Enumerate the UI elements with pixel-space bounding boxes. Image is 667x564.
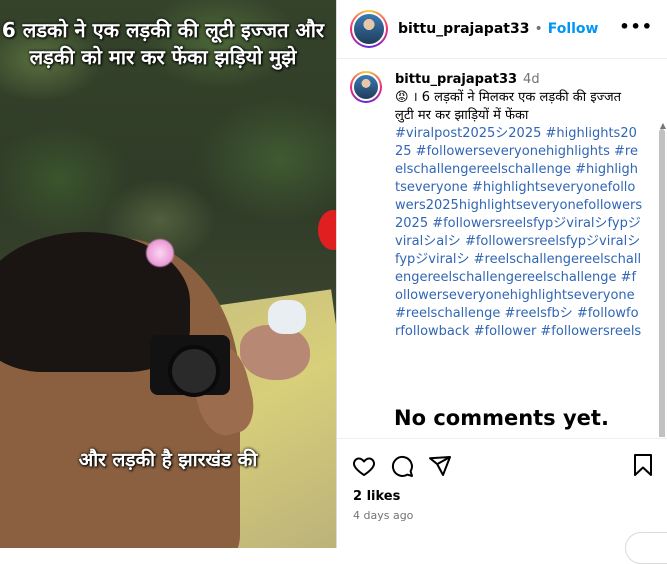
more-options-icon[interactable]: ••• [619,17,653,36]
video-scene-face [240,325,310,380]
video-overlay-bottom-text: और लड़की है झारखंड की [78,449,258,471]
caption-avatar[interactable] [350,71,382,103]
avatar[interactable] [350,10,388,48]
action-icons [337,439,667,478]
video-scene-glove [268,300,306,334]
scrollbar[interactable] [659,129,665,437]
post-header: bittu_prajapat33 • Follow ••• [337,0,667,59]
caption-hashtags: #viralpost2025シ2025 #highlights2025 #fol… [395,125,643,341]
caption-scroll-area[interactable]: bittu_prajapat33 4d 😡 । 6 लड़कों ने मिलकर… [337,59,667,437]
post-time-ago[interactable]: 4 days ago [353,509,413,522]
heart-icon[interactable] [352,454,376,478]
no-comments-label: No comments yet. [394,406,609,430]
video-scene-lens [168,345,220,397]
hashtag-links[interactable]: #viralpost2025シ2025 #highlights2025 #fol… [395,126,642,339]
video-overlay-top-text: 6 लडको ने एक लड़की की लूटी इज्जत और लड़क… [1,18,325,69]
caption-avatar-image [352,73,380,101]
header-username[interactable]: bittu_prajapat33 [398,21,529,37]
caption-message: । 6 लड़कों ने मिलकर एक लड़की की इज्जत लु… [395,90,622,123]
comment-icon[interactable] [390,454,414,478]
header-separator: • [534,21,543,37]
post-video[interactable]: 6 लडको ने एक लड़की की लूटी इज्जत और लड़क… [0,0,336,548]
caption-text: bittu_prajapat33 4d 😡 । 6 लड़कों ने मिलकर… [395,71,643,341]
caption-body: 😡 । 6 लड़कों ने मिलकर एक लड़की की इज्जत … [395,89,643,125]
post-side-panel: bittu_prajapat33 • Follow ••• bittu_praj… [336,0,667,564]
caption-row: bittu_prajapat33 4d 😡 । 6 लड़कों ने मिलकर… [337,59,667,341]
caption-username[interactable]: bittu_prajapat33 [395,72,517,87]
post-actions: 2 likes 4 days ago [337,438,667,564]
post-modal: 6 लडको ने एक लड़की की लूटी इज्जत और लड़क… [0,0,667,564]
follow-button[interactable]: Follow [548,21,599,37]
video-scene-flower [145,238,175,268]
likes-count[interactable]: 2 likes [353,489,400,504]
avatar-image [352,12,386,46]
message-bubble-corner[interactable] [625,532,667,564]
angry-emoji-icon: 😡 [395,90,409,105]
share-icon[interactable] [428,454,452,478]
bookmark-icon[interactable] [632,453,654,481]
caption-time: 4d [523,72,540,87]
